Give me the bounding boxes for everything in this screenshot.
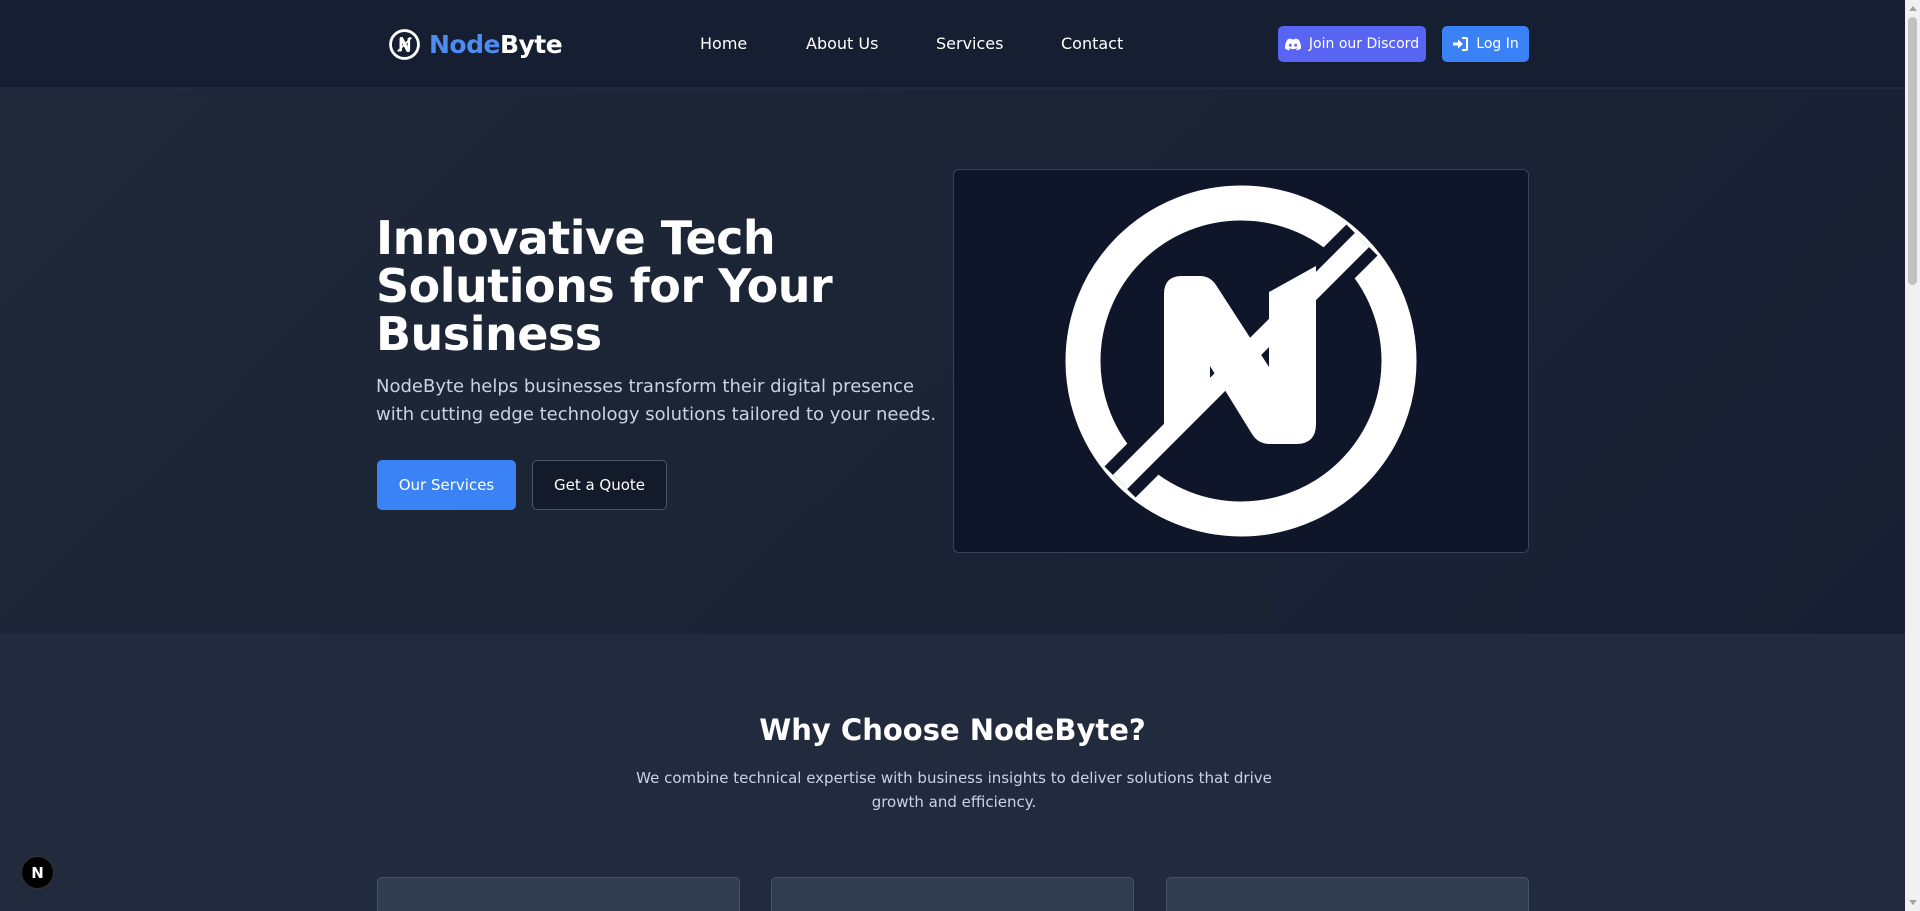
nodebyte-logo-icon xyxy=(1065,185,1417,537)
nav-link-home[interactable]: Home xyxy=(700,33,747,55)
scroll-down-arrow-icon[interactable] xyxy=(1909,900,1917,905)
get-a-quote-button[interactable]: Get a Quote xyxy=(532,460,667,510)
login-icon xyxy=(1453,37,1469,51)
hero-logo-card xyxy=(953,169,1529,553)
login-button[interactable]: Log In xyxy=(1442,26,1529,62)
login-label: Log In xyxy=(1476,36,1519,52)
section-subtitle: We combine technical expertise with busi… xyxy=(636,769,1272,811)
hero-title: Innovative Tech Solutions for Your Busin… xyxy=(376,211,833,361)
feature-card xyxy=(1166,877,1529,911)
feature-card xyxy=(771,877,1134,911)
scrollbar-thumb[interactable] xyxy=(1908,17,1917,285)
nav-link-about-us[interactable]: About Us xyxy=(806,33,878,55)
hero-section: Innovative Tech Solutions for Your Busin… xyxy=(0,89,1905,634)
join-discord-button[interactable]: Join our Discord xyxy=(1278,26,1426,62)
hero-subtitle: NodeByte helps businesses transform thei… xyxy=(376,376,937,425)
feature-card xyxy=(377,877,740,911)
site-header: NodeByte Home About Us Services Contact … xyxy=(0,0,1905,88)
discord-icon xyxy=(1284,38,1301,50)
dev-tools-badge[interactable]: N xyxy=(21,856,54,889)
join-discord-label: Join our Discord xyxy=(1308,36,1420,52)
section-title: Why Choose NodeByte? xyxy=(759,713,1146,747)
why-choose-section: Why Choose NodeByte? We combine technica… xyxy=(0,634,1905,911)
main-nav: Home About Us Services Contact xyxy=(0,33,1905,55)
our-services-button[interactable]: Our Services xyxy=(377,460,516,510)
page-scrollbar[interactable] xyxy=(1905,0,1920,911)
scroll-up-arrow-icon[interactable] xyxy=(1909,6,1917,11)
nav-link-contact[interactable]: Contact xyxy=(1061,33,1123,55)
nav-link-services[interactable]: Services xyxy=(936,33,1003,55)
page: NodeByte Home About Us Services Contact … xyxy=(0,0,1905,911)
